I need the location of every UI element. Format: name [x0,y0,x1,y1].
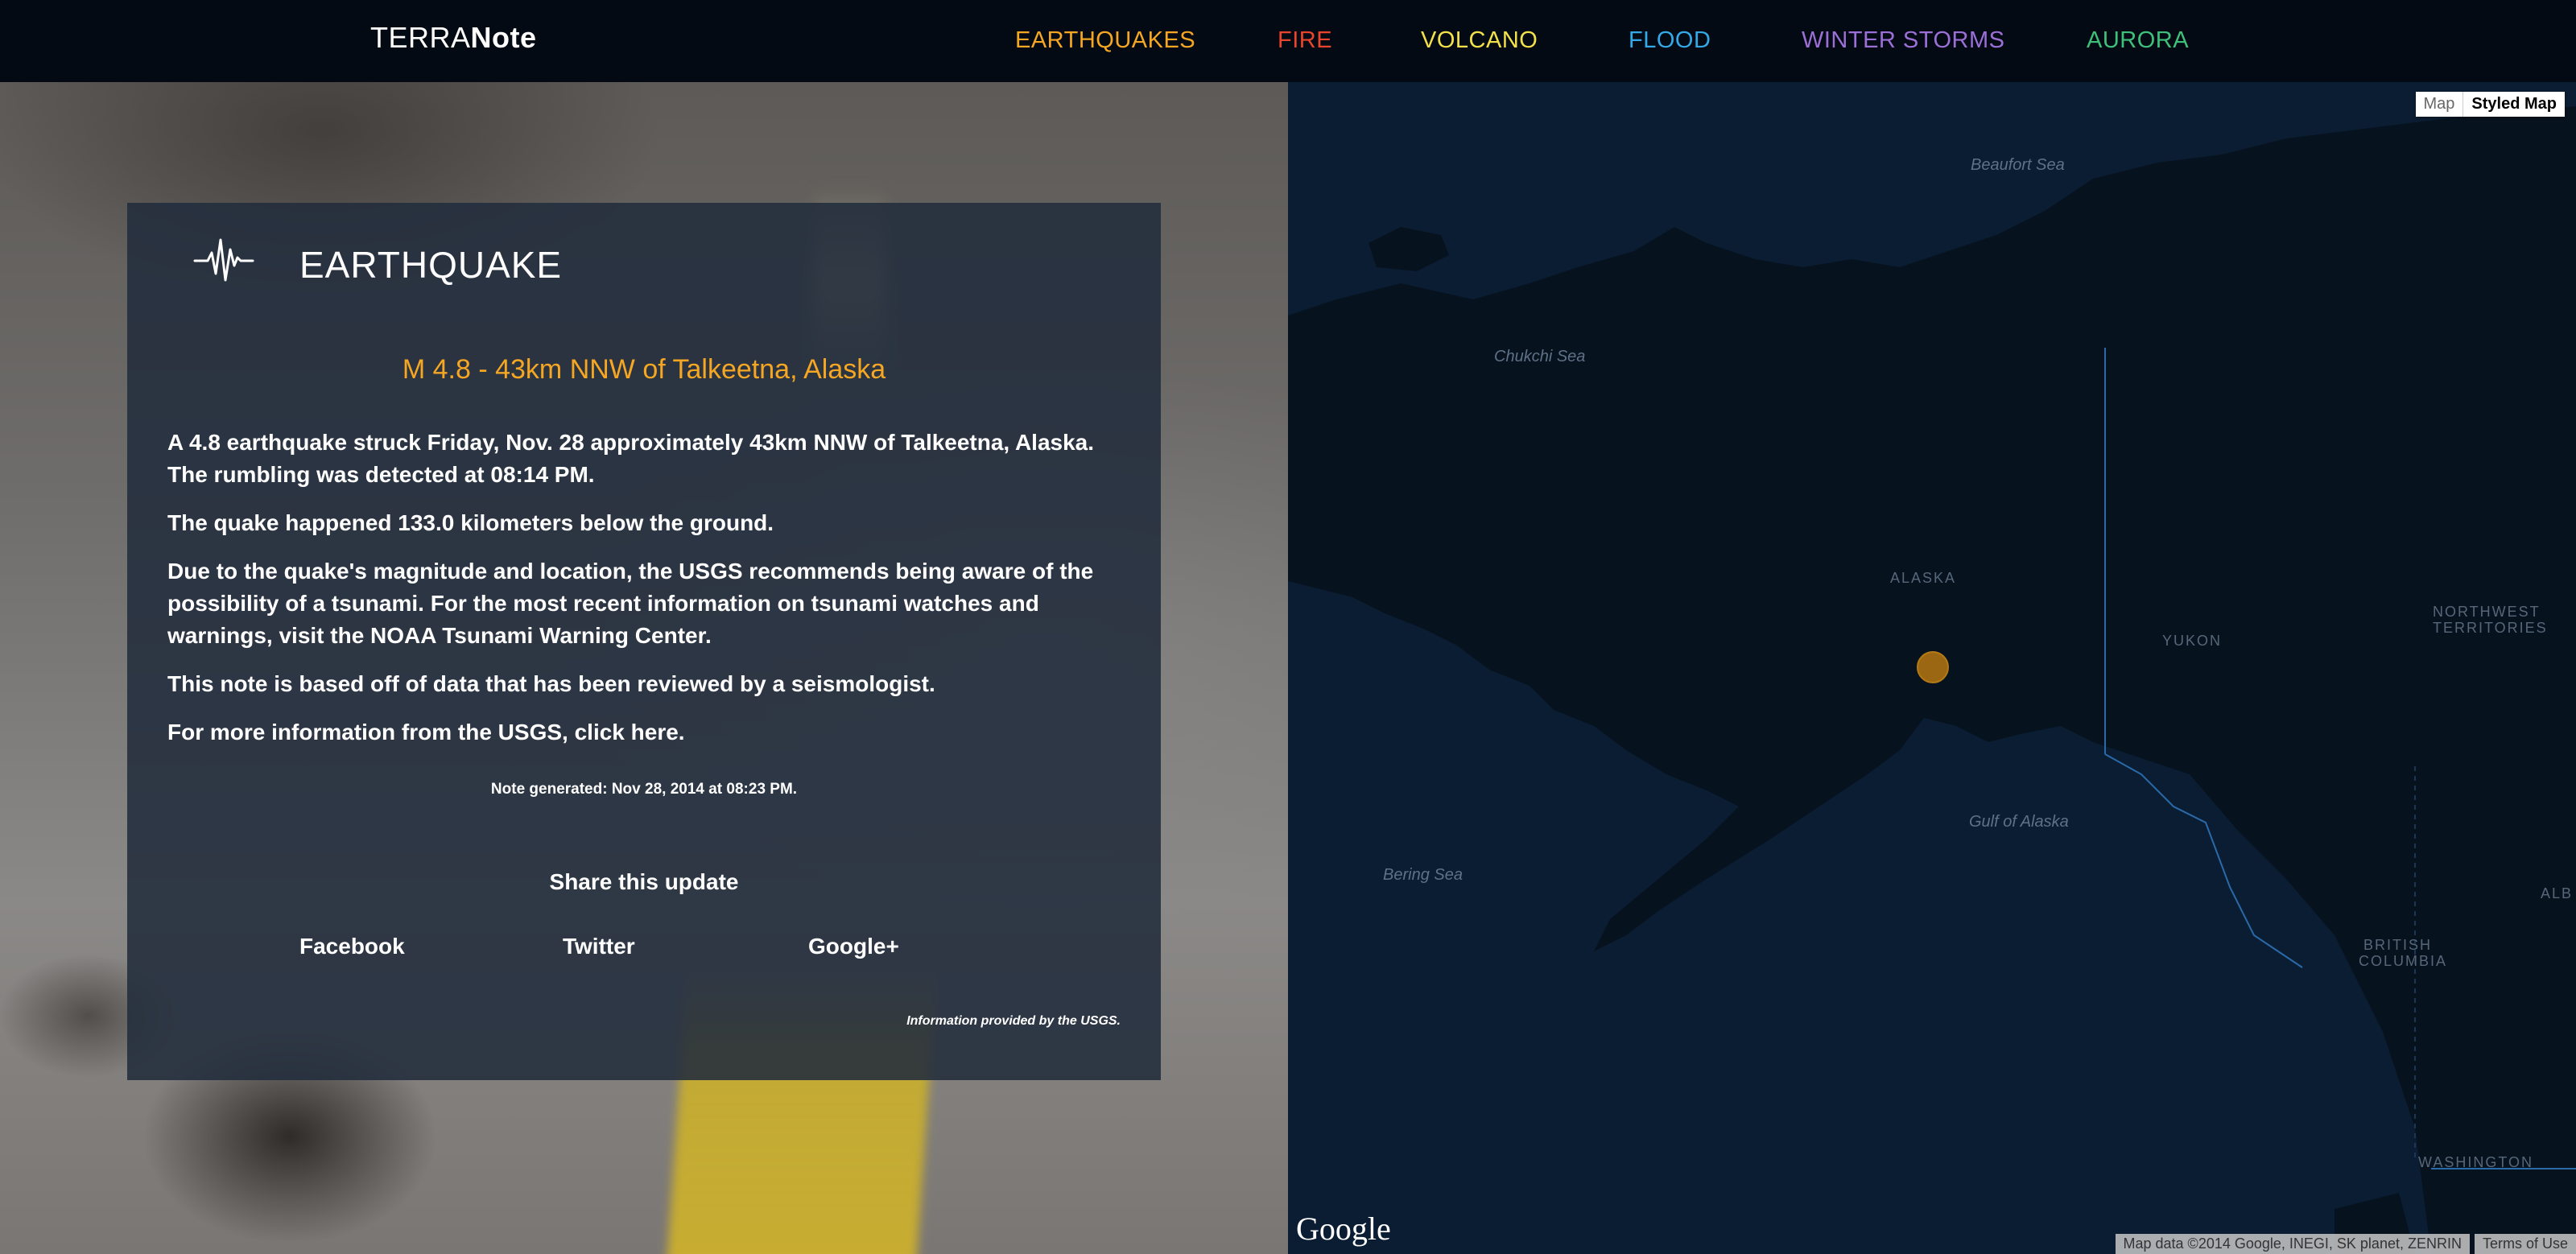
usgs-credit: Information provided by the USGS. [906,1014,1121,1028]
share-twitter-link[interactable]: Twitter [563,934,635,959]
map-type-control: Map Styled Map [2415,92,2565,117]
note-paragraph-summary: A 4.8 earthquake struck Friday, Nov. 28 … [167,430,1095,487]
label-bering-sea: Bering Sea [1383,866,1463,884]
note-card: EARTHQUAKE M 4.8 - 43km NNW of Talkeetna… [127,203,1161,1080]
top-navbar: TERRANote EARTHQUAKES FIRE VOLCANO FLOOD… [0,0,2576,82]
map-panel[interactable]: Map Styled Map Beaufort Sea Chukchi Sea … [1288,82,2576,1254]
note-paragraph-depth: The quake happened 133.0 kilometers belo… [167,510,774,535]
nav-winter-storms[interactable]: WINTER STORMS [1802,27,2004,54]
nav-flood[interactable]: FLOOD [1629,27,1711,54]
note-heading: EARTHQUAKE [299,244,563,286]
usgs-more-info-link[interactable]: For more information from the USGS, clic… [167,716,1125,749]
label-british: BRITISH [2363,937,2433,953]
note-body: A 4.8 earthquake struck Friday, Nov. 28 … [167,427,1125,765]
background-photo-panel: EARTHQUAKE M 4.8 - 43km NNW of Talkeetna… [0,82,1288,1254]
map-type-map-button[interactable]: Map [2415,92,2464,117]
quake-title: M 4.8 - 43km NNW of Talkeetna, Alaska [402,354,886,385]
share-heading: Share this update [549,869,739,894]
label-northwest: NORTHWEST [2433,604,2541,620]
nav-fire[interactable]: FIRE [1278,27,1332,54]
label-gulf-of-alaska: Gulf of Alaska [1969,813,2069,831]
logo-light: TERRA [370,21,471,54]
logo-bold: Note [470,21,537,54]
map-type-styled-button[interactable]: Styled Map [2463,92,2565,117]
label-columbia: COLUMBIA [2359,953,2448,969]
label-alaska: ALASKA [1890,570,1957,586]
terranote-logo[interactable]: TERRANote [370,21,537,55]
label-territories: TERRITORIES [2433,620,2548,636]
note-paragraph-tsunami[interactable]: Due to the quake's magnitude and locatio… [167,555,1125,652]
nav-aurora[interactable]: AURORA [2087,27,2189,54]
map-data-attribution: Map data ©2014 Google, INEGI, SK planet,… [2115,1234,2470,1254]
note-paragraph-reviewed: This note is based off of data that has … [167,671,935,696]
earthquake-marker[interactable] [1917,651,1949,683]
label-yukon: YUKON [2162,633,2223,649]
google-logo: Google [1296,1211,1391,1247]
seismograph-icon [193,235,254,287]
note-generated-timestamp: Note generated: Nov 28, 2014 at 08:23 PM… [490,781,798,798]
nav-earthquakes[interactable]: EARTHQUAKES [1015,27,1195,54]
label-alberta-partial: ALB [2541,885,2574,901]
terms-of-use-link[interactable]: Terms of Use [2474,1234,2576,1254]
nav-volcano[interactable]: VOLCANO [1421,27,1538,54]
label-beaufort-sea: Beaufort Sea [1971,156,2065,174]
share-facebook-link[interactable]: Facebook [299,934,405,959]
label-washington: WASHINGTON [2418,1154,2534,1170]
label-chukchi-sea: Chukchi Sea [1494,348,1586,365]
map-attribution: Map data ©2014 Google, INEGI, SK planet,… [2111,1234,2576,1254]
share-googleplus-link[interactable]: Google+ [808,934,899,959]
